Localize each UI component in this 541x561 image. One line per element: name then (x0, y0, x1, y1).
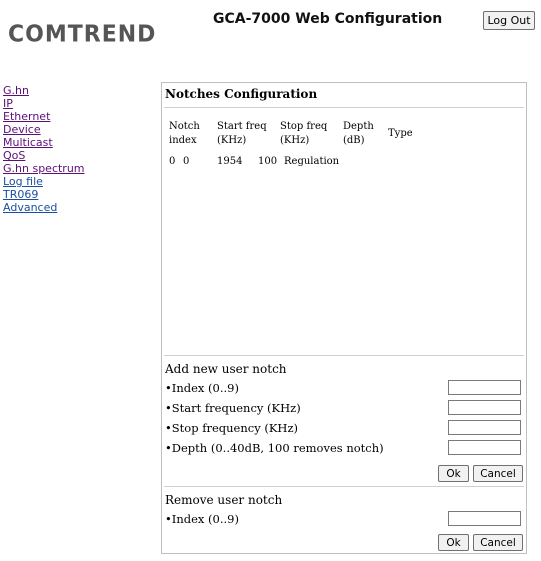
remove-ok-button[interactable]: Ok (438, 534, 469, 551)
add-ok-button[interactable]: Ok (438, 465, 469, 482)
add-notch-title: Add new user notch (165, 362, 287, 376)
nav-item-multicast[interactable]: Multicast (3, 136, 85, 149)
notches-panel: Notches Configuration Notch index Start … (161, 82, 527, 554)
app-title: GCA-7000 Web Configuration (213, 11, 443, 27)
nav-item-device[interactable]: Device (3, 123, 85, 136)
cell-notch-index: 0 (169, 156, 176, 167)
add-index-input[interactable] (448, 380, 521, 395)
col-header-type: Type (388, 128, 413, 139)
nav-item-ghn[interactable]: G.hn (3, 84, 85, 97)
add-stop-freq-input[interactable] (448, 420, 521, 435)
nav-item-tr069[interactable]: TR069 (3, 188, 85, 201)
title-divider (164, 107, 524, 108)
add-depth-input[interactable] (448, 440, 521, 455)
cell-stop-freq: 100 (258, 156, 278, 167)
cell-start-freq: 1954 (217, 156, 243, 167)
nav-item-ethernet[interactable]: Ethernet (3, 110, 85, 123)
cell-notch-id: 0 (183, 156, 190, 167)
logout-button[interactable]: Log Out (483, 11, 535, 30)
nav-item-ghn-spectrum[interactable]: G.hn spectrum (3, 162, 85, 175)
col-header-start-freq: Start freq (KHz) (217, 121, 267, 146)
nav-item-qos[interactable]: QoS (3, 149, 85, 162)
remove-cancel-button[interactable]: Cancel (473, 534, 523, 551)
col-header-depth: Depth (dB) (343, 121, 374, 146)
panel-title: Notches Configuration (165, 87, 318, 101)
remove-section-divider (164, 486, 524, 487)
comtrend-logo: COMTREND (8, 21, 157, 48)
nav-item-log-file[interactable]: Log file (3, 175, 85, 188)
add-cancel-button[interactable]: Cancel (473, 465, 523, 482)
nav-item-ip[interactable]: IP (3, 97, 85, 110)
nav-item-advanced[interactable]: Advanced (3, 201, 85, 214)
remove-index-label: •Index (0..9) (165, 512, 239, 526)
add-section-divider (164, 355, 524, 356)
add-start-freq-label: •Start frequency (KHz) (165, 401, 301, 415)
cell-type: Regulation (284, 156, 340, 167)
col-header-stop-freq: Stop freq (KHz) (280, 121, 328, 146)
remove-index-input[interactable] (448, 511, 521, 526)
add-stop-freq-label: •Stop frequency (KHz) (165, 421, 299, 435)
sidebar-nav: G.hn IP Ethernet Device Multicast QoS G.… (3, 84, 85, 214)
remove-notch-title: Remove user notch (165, 493, 283, 507)
col-header-notch-index: Notch index (169, 121, 200, 146)
add-index-label: •Index (0..9) (165, 381, 239, 395)
add-depth-label: •Depth (0..40dB, 100 removes notch) (165, 441, 384, 455)
add-start-freq-input[interactable] (448, 400, 521, 415)
